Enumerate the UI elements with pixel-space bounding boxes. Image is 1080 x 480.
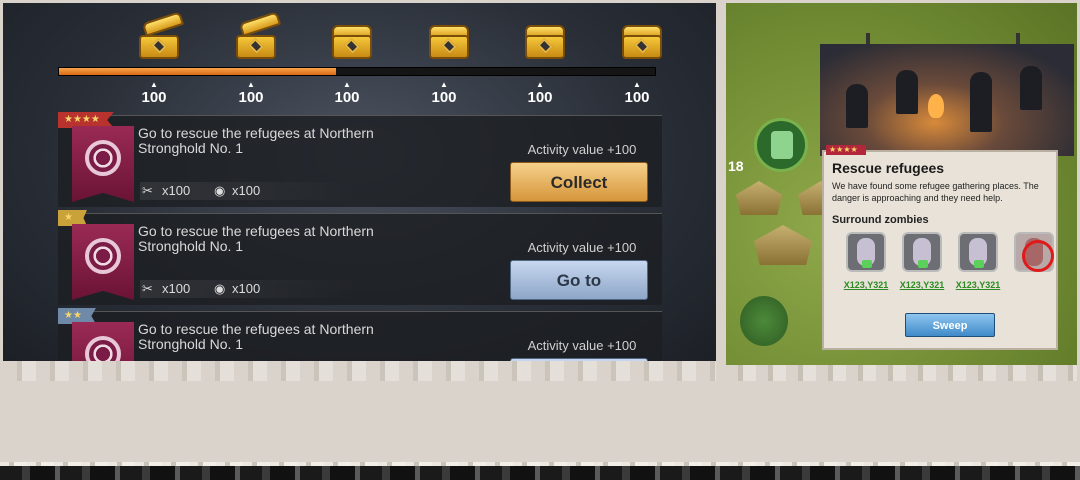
task-row: ★★★★ Go to rescue the refugees at Northe… — [58, 112, 662, 207]
task-row: ★ Go to rescue the refugees at Northern … — [58, 210, 662, 305]
tree-icon — [740, 296, 788, 346]
activity-progress-bar — [58, 67, 656, 76]
reward-amount: x100 — [162, 183, 191, 198]
zombie-coordinate-link[interactable]: X123,Y321 — [951, 280, 1005, 290]
closed-chest-icon[interactable] — [326, 15, 378, 63]
card-title: Rescue refugees — [832, 160, 945, 176]
star-ribbon: ★ — [58, 210, 87, 226]
tent-icon[interactable] — [754, 225, 812, 265]
closed-chest-icon[interactable] — [519, 15, 571, 63]
task-banner-icon — [72, 224, 134, 300]
open-chest-icon[interactable] — [230, 11, 282, 63]
person-figure — [846, 84, 868, 128]
coin-icon: ◉ — [214, 183, 226, 198]
quest-panel: ▲ 100 ▲ 100 ▲ 100 ▲ 100 ▲ 100 ▲ 100 ★★★★ Go to… — [3, 3, 716, 381]
defeated-zombie-icon — [1014, 232, 1054, 272]
milestone-value: ▲ 100 — [141, 80, 167, 107]
milestone-value: ▲ 100 — [624, 80, 650, 107]
zombie-icon[interactable] — [902, 232, 942, 272]
person-figure — [896, 70, 918, 114]
closed-chest-icon[interactable] — [423, 15, 475, 63]
level-number: 18 — [728, 158, 744, 174]
zombie-icon[interactable] — [958, 232, 998, 272]
milestone-value: ▲ 100 — [334, 80, 360, 107]
open-chest-icon[interactable] — [133, 11, 185, 63]
task-row: ★★ Go to rescue the refugees at Northern… — [58, 308, 662, 381]
collect-button[interactable]: Collect — [510, 162, 648, 202]
go-to-button[interactable]: Go to — [510, 358, 648, 381]
zombies-subtitle: Surround zombies — [832, 214, 929, 226]
task-rewards: ✂ x100 ◉ x100 — [140, 280, 360, 298]
reward-amount: x100 — [232, 183, 261, 198]
refugee-marker-icon[interactable] — [754, 118, 808, 172]
activity-value: Activity value +100 — [527, 142, 637, 157]
refugee-scene-image — [820, 44, 1074, 156]
activity-value: Activity value +100 — [527, 338, 637, 353]
reward-amount: x100 — [162, 281, 191, 296]
task-title: Go to rescue the refugees at Northern St… — [138, 223, 374, 254]
zombie-coordinate-link[interactable]: X123,Y321 — [839, 280, 893, 290]
gun-icon: ✂ — [142, 183, 153, 198]
reward-amount: x100 — [232, 281, 261, 296]
card-description: We have found some refugee gathering pla… — [832, 181, 1039, 203]
reward-chest-row — [123, 11, 683, 75]
progress-fill — [59, 68, 337, 75]
task-rewards: ✂ x100 ◉ x100 — [140, 182, 360, 200]
task-banner-icon — [72, 126, 134, 202]
zombie-coordinate-link[interactable]: X123,Y321 — [895, 280, 949, 290]
task-banner-icon — [72, 322, 134, 381]
person-figure — [1020, 66, 1042, 110]
difficulty-stars: ★★★★ — [826, 145, 866, 155]
gun-icon: ✂ — [142, 281, 153, 296]
star-ribbon: ★★ — [58, 308, 96, 324]
task-title: Go to rescue the refugees at Northern St… — [138, 321, 374, 352]
person-figure — [970, 72, 992, 132]
go-to-button[interactable]: Go to — [510, 260, 648, 300]
milestone-value: ▲ 100 — [527, 80, 553, 107]
sweep-button[interactable]: Sweep — [905, 313, 995, 337]
campfire — [928, 94, 944, 118]
star-ribbon: ★★★★ — [58, 112, 114, 128]
torn-paper-band — [0, 466, 1080, 480]
tent-icon[interactable] — [736, 181, 782, 215]
task-title: Go to rescue the refugees at Northern St… — [138, 125, 374, 156]
zombie-icon[interactable] — [846, 232, 886, 272]
milestone-value: ▲ 100 — [431, 80, 457, 107]
closed-chest-icon[interactable] — [616, 15, 668, 63]
milestone-value: ▲ 100 — [238, 80, 264, 107]
activity-value: Activity value +100 — [527, 240, 637, 255]
coin-icon: ◉ — [214, 281, 226, 296]
